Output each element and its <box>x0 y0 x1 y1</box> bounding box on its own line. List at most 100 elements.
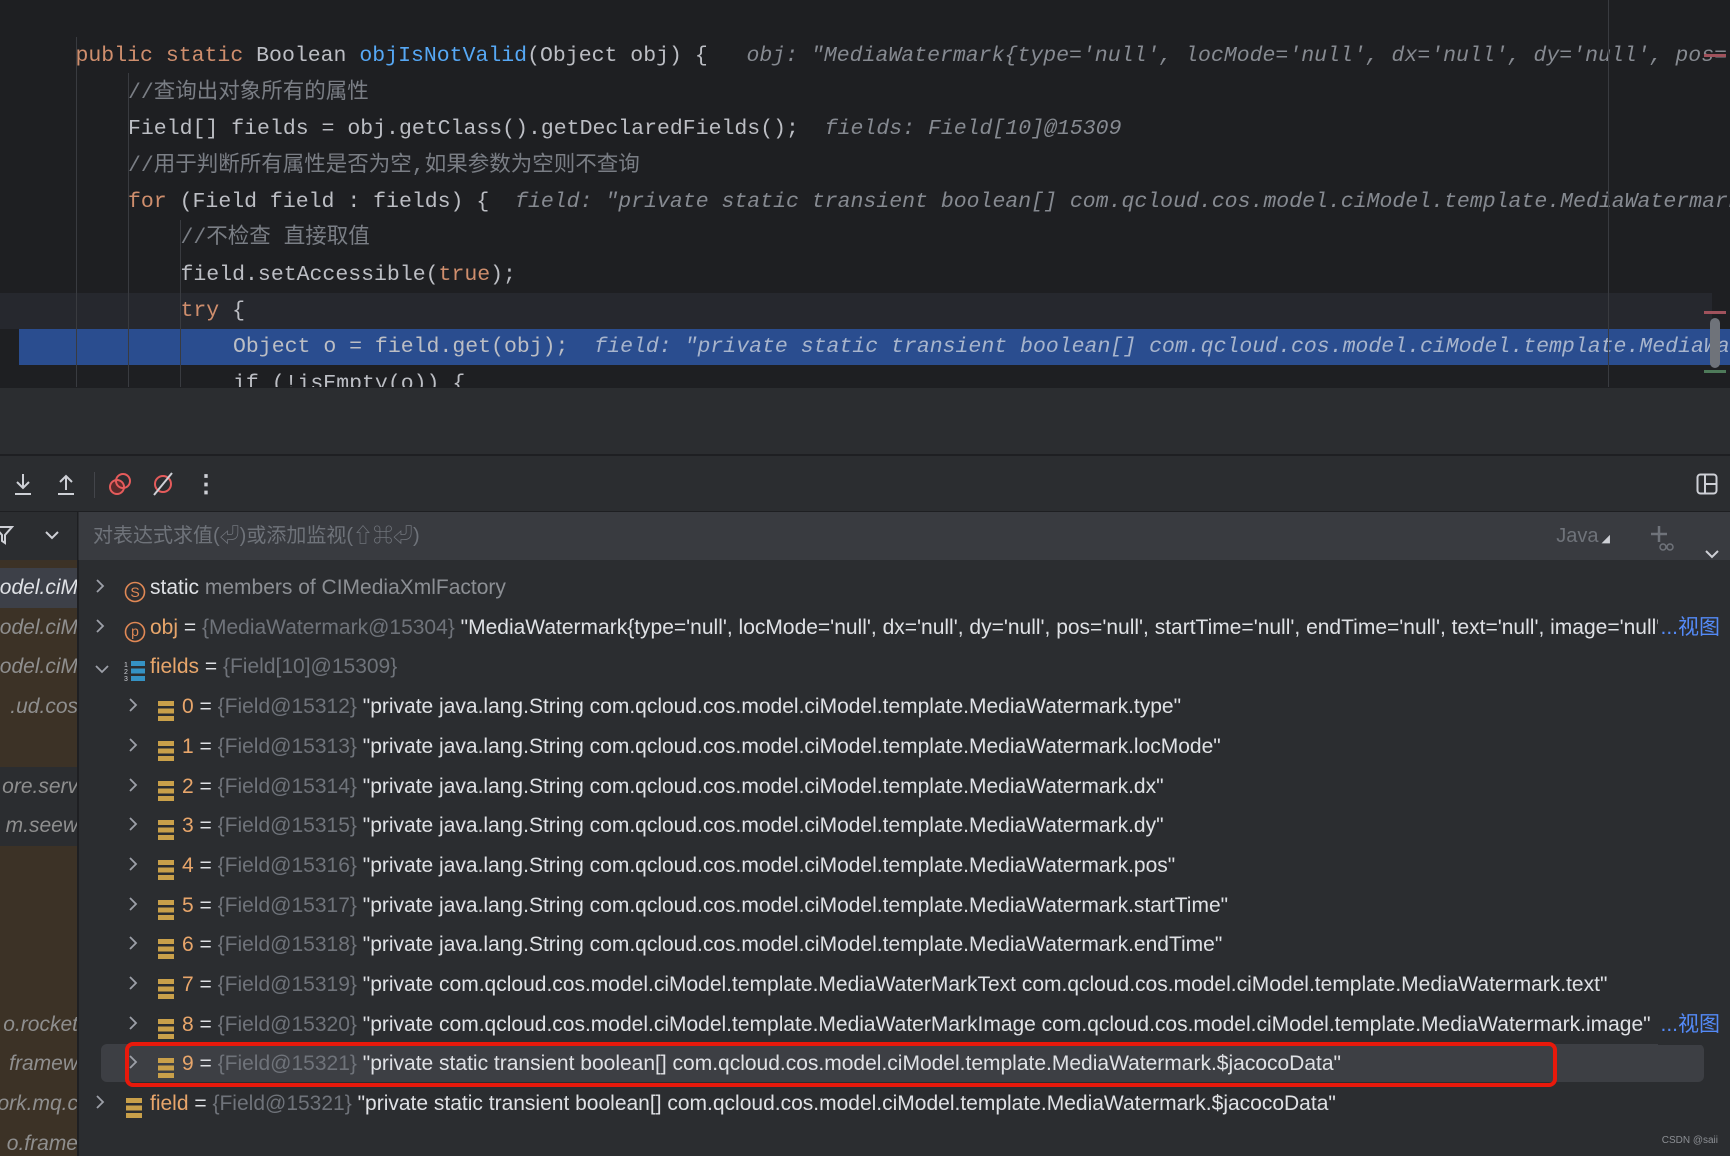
chevron-right-icon[interactable] <box>127 767 143 807</box>
code-editor[interactable]: public static Boolean objIsNotValid(Obje… <box>0 0 1730 387</box>
chevron-right-icon[interactable] <box>127 687 143 727</box>
code-token: field.setAccessible( <box>180 263 439 287</box>
annotation-highlight-box <box>125 1042 1557 1087</box>
field-icon <box>156 974 178 999</box>
step-out-icon[interactable] <box>52 470 80 498</box>
language-dropdown[interactable]: Java ◢ <box>1556 512 1610 563</box>
mute-breakpoints-icon[interactable] <box>149 470 177 498</box>
variable-row[interactable]: 7 = {Field@15319} "private com.qcloud.co… <box>79 965 1730 1005</box>
stack-frame[interactable]: odel.ciM <box>0 568 77 608</box>
field-icon <box>124 1093 146 1119</box>
watch-placeholder: 对表达式求值(⏎)或添加监视(⇧⌘⏎) <box>93 525 420 547</box>
error-stripe-marker[interactable] <box>1704 54 1726 57</box>
code-token: (Field field : fields) { <box>179 190 490 214</box>
var-name: field <box>150 1092 189 1116</box>
var-name: 2 <box>182 774 194 798</box>
var-name: 0 <box>182 695 194 719</box>
static-icon: S <box>124 577 146 603</box>
variable-row[interactable]: field = {Field@15321} "private static tr… <box>79 1084 1730 1124</box>
stack-frame[interactable]: ud.cos. <box>0 687 77 727</box>
code-line[interactable]: field.setAccessible(true); <box>0 257 1712 293</box>
code-token: //不检查 直接取值 <box>180 226 370 250</box>
stack-frame[interactable]: m.seew <box>0 806 77 847</box>
stack-frame[interactable] <box>0 886 77 926</box>
debug-toolbar: ⋮ <box>0 456 1730 512</box>
code-line[interactable]: //不检查 直接取值 <box>0 220 1712 256</box>
chevron-right-icon[interactable] <box>127 965 143 1005</box>
variable-row[interactable]: 1 = {Field@15313} "private java.lang.Str… <box>79 727 1730 767</box>
chevron-right-icon[interactable] <box>127 925 143 965</box>
variable-row[interactable]: p obj = {MediaWatermark@15304} "MediaWate… <box>79 607 1730 648</box>
step-into-icon[interactable] <box>9 470 37 498</box>
variable-row[interactable]: 0 = {Field@15312} "private java.lang.Str… <box>79 687 1730 727</box>
evaluate-expression-input[interactable]: 对表达式求值(⏎)或添加监视(⇧⌘⏎) Java ◢ <box>79 512 1730 560</box>
view-link[interactable]: ...视图 <box>1658 607 1720 648</box>
panel-divider[interactable] <box>0 387 1730 455</box>
variable-row[interactable]: 3 = {Field@15315} "private java.lang.Str… <box>79 806 1730 846</box>
more-icon[interactable]: ⋮ <box>192 470 220 498</box>
chevron-right-icon[interactable] <box>127 727 143 767</box>
code-line[interactable]: try { <box>0 293 1712 329</box>
var-name: static <box>150 576 200 599</box>
var-ref: {Field[10]@15309} <box>222 655 398 679</box>
code-line[interactable]: if (!isEmpty(o)) { <box>0 366 1712 387</box>
chevron-right-icon[interactable] <box>127 846 143 886</box>
var-value: "private java.lang.String com.qcloud.cos… <box>362 734 1221 758</box>
code-line[interactable]: for (Field field : fields) { field: "pri… <box>0 184 1730 220</box>
layout-icon[interactable] <box>1693 470 1721 498</box>
execution-point-line[interactable]: Object o = field.get(obj); field: "priva… <box>19 329 1730 365</box>
variable-row[interactable]: Sstatic members of CIMediaXmlFactory <box>79 568 1730 608</box>
code-line[interactable]: public static Boolean objIsNotValid(Obje… <box>0 38 1730 74</box>
chevron-down-icon[interactable] <box>94 649 110 689</box>
stack-frame[interactable] <box>0 727 77 767</box>
field-icon <box>156 934 178 960</box>
indent-guide <box>180 220 181 387</box>
error-stripe-marker[interactable] <box>1704 311 1726 314</box>
view-link[interactable]: ...视图 <box>1658 1004 1720 1045</box>
stack-frame[interactable]: framew <box>0 1044 77 1084</box>
code-line[interactable]: Field[] fields = obj.getClass().getDecla… <box>0 111 1712 147</box>
stack-frame[interactable]: odel.ciM <box>0 647 77 687</box>
inline-debug-value: field: "private static transient boolean… <box>594 335 1730 359</box>
var-ref: {MediaWatermark@15304} <box>201 615 455 639</box>
variable-row[interactable]: 6 = {Field@15318} "private java.lang.Str… <box>79 925 1730 965</box>
change-stripe-marker[interactable] <box>1704 370 1726 373</box>
chevron-right-icon[interactable] <box>127 1005 143 1045</box>
stack-frame[interactable]: ork.mq.c <box>0 1084 77 1124</box>
svg-text:1: 1 <box>124 662 128 669</box>
field-icon <box>156 895 178 920</box>
variables-tree: Sstatic members of CIMediaXmlFactory p obj… <box>79 560 1730 1156</box>
code-token: //用于判断所有属性是否为空,如果参数为空则不查询 <box>128 154 640 178</box>
stack-frame[interactable]: o.frame <box>0 1124 77 1156</box>
variable-row[interactable]: 1 2 3 fields = {Field[10]@15309} <box>79 647 1730 687</box>
view-breakpoints-icon[interactable] <box>106 470 134 498</box>
variable-row[interactable]: 2 = {Field@15314} "private java.lang.Str… <box>79 767 1730 807</box>
code-line[interactable]: //用于判断所有属性是否为空,如果参数为空则不查询 <box>0 148 1712 184</box>
chevron-right-icon[interactable] <box>127 806 143 846</box>
code-token: true <box>438 263 491 287</box>
variable-row[interactable]: 5 = {Field@15317} "private java.lang.Str… <box>79 886 1730 926</box>
frames-filter[interactable] <box>0 512 78 560</box>
field-icon <box>156 776 178 801</box>
stack-frame[interactable] <box>0 965 77 1005</box>
stack-frame[interactable] <box>0 925 77 965</box>
chevron-right-icon[interactable] <box>94 1084 110 1124</box>
chevron-down-icon[interactable] <box>44 528 60 546</box>
stack-frame[interactable] <box>0 846 77 886</box>
filter-icon[interactable] <box>0 524 15 551</box>
variable-row[interactable]: 8 = {Field@15320} "private com.qcloud.co… <box>79 1004 1730 1045</box>
stack-frame[interactable]: o.rocket <box>0 1005 77 1045</box>
code-line[interactable]: //查询出对象所有的属性 <box>0 75 1712 111</box>
variable-row[interactable]: 4 = {Field@15316} "private java.lang.Str… <box>79 846 1730 886</box>
editor-scrollbar[interactable] <box>1710 318 1720 368</box>
var-value: "private com.qcloud.cos.model.ciModel.te… <box>362 973 1608 996</box>
svg-text:2: 2 <box>124 669 128 676</box>
toolbar-separator <box>94 472 95 498</box>
chevron-right-icon[interactable] <box>127 886 143 926</box>
stack-frame[interactable]: odel.ciM <box>0 608 77 648</box>
chevron-right-icon[interactable] <box>94 568 110 608</box>
stack-frame[interactable]: ore.serv <box>0 766 77 807</box>
chevron-right-icon[interactable] <box>94 608 110 648</box>
var-value: "private com.qcloud.cos.model.ciModel.te… <box>362 1012 1651 1036</box>
var-ref: {Field@15318} <box>217 933 357 957</box>
